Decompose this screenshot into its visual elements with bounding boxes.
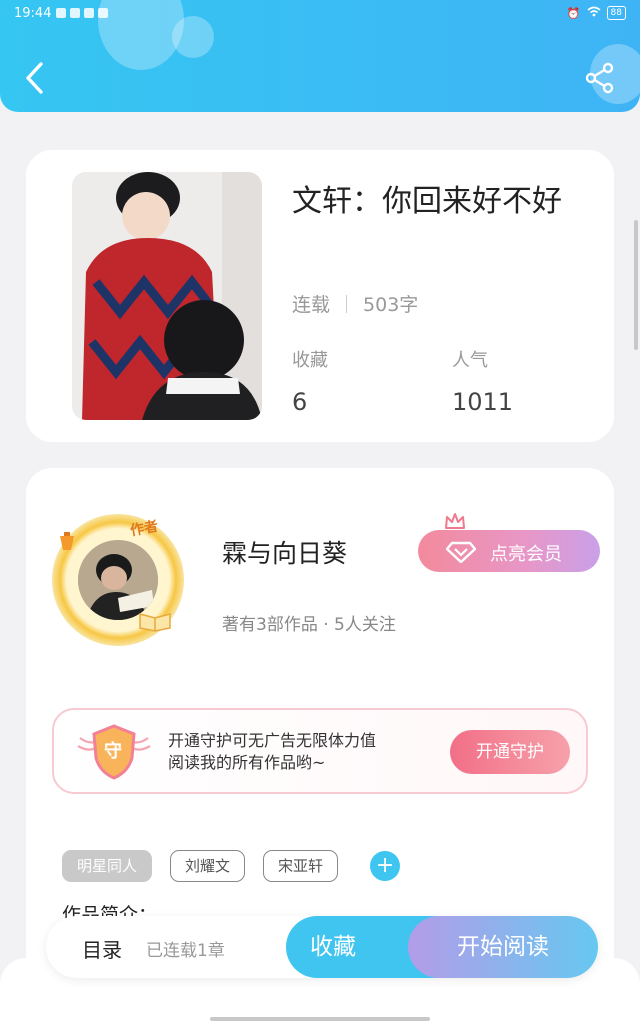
top-header: 19:44 ⏰ 88 [0, 0, 640, 112]
tag-item[interactable]: 宋亚轩 [263, 850, 339, 882]
chevron-left-icon [26, 62, 43, 94]
popularity-label: 人气 [452, 350, 488, 371]
book-meta: 连载 503字 [292, 290, 418, 317]
favorites-value: 6 [292, 388, 308, 416]
guard-line-1: 开通守护可无广告无限体力值 [168, 731, 377, 750]
share-button[interactable] [584, 62, 616, 94]
app-notification-icon [84, 8, 94, 18]
app-notification-icon [98, 8, 108, 18]
diamond-icon [446, 541, 476, 563]
toc-button[interactable]: 目录 [82, 934, 122, 963]
vip-button-label: 点亮会员 [490, 544, 562, 565]
activate-guard-button[interactable]: 开通守护 [450, 730, 570, 774]
author-stats: 著有3部作品 · 5人关注 [222, 615, 396, 635]
author-avatar-frame[interactable]: 作者 [52, 514, 184, 646]
guard-badge: 守 [76, 722, 152, 786]
guard-banner: 守 开通守护可无广告无限体力值 阅读我的所有作品哟~ 开通守护 [52, 708, 588, 794]
book-info-card: 文轩：你回来好不好 连载 503字 收藏 6 人气 1011 [26, 150, 614, 442]
app-notification-icon [56, 8, 66, 18]
author-name[interactable]: 霖与向日葵 [222, 534, 347, 570]
alarm-icon: ⏰ [566, 6, 581, 20]
start-reading-button[interactable]: 开始阅读 [408, 916, 598, 978]
author-badge: 作者 [128, 518, 160, 540]
vip-button[interactable]: 点亮会员 [418, 530, 600, 572]
popularity-value: 1011 [452, 388, 514, 416]
guard-line-2: 阅读我的所有作品哟~ [168, 753, 326, 772]
book-cover-image[interactable] [72, 172, 262, 420]
tag-item[interactable]: 刘耀文 [170, 850, 246, 882]
popularity-stat: 人气 1011 [452, 346, 513, 416]
bottom-action-bar: 目录 已连载1章 收藏 开始阅读 [46, 916, 598, 978]
back-button[interactable] [22, 60, 48, 96]
word-count: 503字 [363, 294, 419, 316]
guard-badge-char: 守 [104, 741, 122, 762]
tag-list: 明星同人 刘耀文 宋亚轩 + [62, 850, 401, 882]
notification-icons [56, 8, 108, 18]
lantern-icon [60, 532, 74, 550]
cover-photo [72, 172, 262, 420]
status-time: 19:44 [14, 6, 52, 21]
battery-icon: 88 [606, 6, 626, 20]
crown-icon [445, 513, 465, 529]
meta-divider [346, 294, 348, 313]
guard-description: 开通守护可无广告无限体力值 阅读我的所有作品哟~ [168, 730, 376, 774]
chapter-count: 已连载1章 [146, 941, 225, 961]
book-title: 文轩：你回来好不好 [292, 184, 562, 219]
tag-category[interactable]: 明星同人 [62, 850, 153, 882]
serial-status: 连载 [292, 294, 331, 316]
wifi-icon [587, 6, 601, 20]
scrollbar[interactable] [634, 220, 638, 350]
book-icon [139, 613, 171, 632]
add-tag-button[interactable]: + [370, 851, 401, 881]
app-notification-icon [70, 8, 80, 18]
favorites-stat: 收藏 6 [292, 346, 328, 416]
system-icons: ⏰ 88 [567, 6, 626, 20]
share-icon [585, 62, 614, 94]
home-indicator[interactable] [210, 1017, 430, 1021]
status-bar: 19:44 ⏰ 88 [0, 0, 640, 28]
favorites-label: 收藏 [292, 350, 328, 371]
